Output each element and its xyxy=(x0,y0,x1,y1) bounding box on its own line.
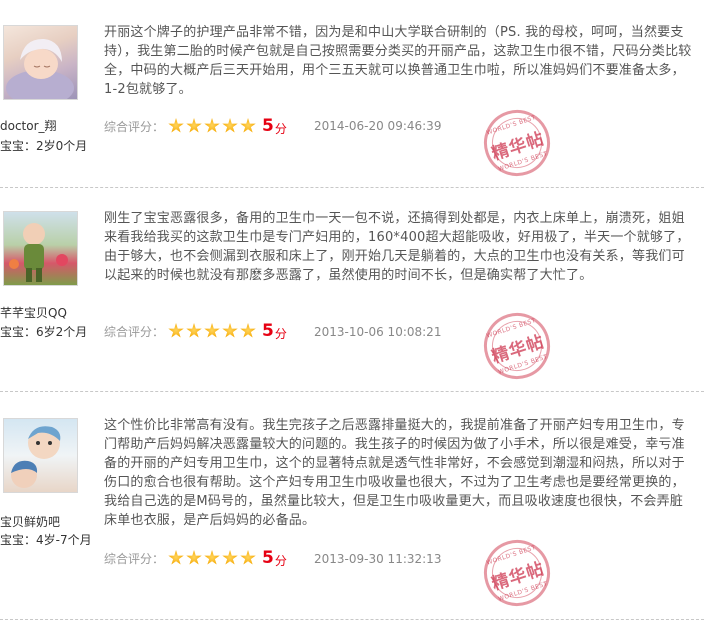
score-unit: 分 xyxy=(274,553,287,568)
star-rating xyxy=(168,550,258,566)
star-icon xyxy=(222,323,238,338)
featured-stamp-icon: WORLD'S BEST 精华帖 WORLD'S BEST xyxy=(475,531,559,615)
star-icon xyxy=(168,550,184,565)
star-icon xyxy=(186,550,202,565)
star-icon xyxy=(204,323,220,338)
score-unit: 分 xyxy=(274,326,287,341)
star-icon xyxy=(204,118,220,133)
rating-label: 综合评分： xyxy=(104,119,165,134)
star-icon xyxy=(168,323,184,338)
rating-row: 综合评分： 5 分 xyxy=(104,115,287,137)
star-rating xyxy=(168,118,258,134)
star-icon xyxy=(240,323,256,338)
star-icon xyxy=(222,550,238,565)
review-text: 刚生了宝宝恶露很多，备用的卫生巾一天一包不说，还搞得到处都是，内衣上床单上，崩溃… xyxy=(104,211,690,283)
star-icon xyxy=(240,550,256,565)
rating-label: 综合评分： xyxy=(104,324,165,339)
post-date: 2013-10-06 10:08:21 xyxy=(314,325,442,339)
star-icon xyxy=(168,118,184,133)
baby-age: 宝宝：2岁0个月 xyxy=(0,139,88,153)
baby-photo-icon xyxy=(6,38,74,99)
score-value: 5 xyxy=(262,548,274,568)
child-photo-icon xyxy=(9,223,68,282)
baby-photo-icon xyxy=(11,426,61,488)
score-unit: 分 xyxy=(274,121,287,136)
rating-row: 综合评分： 5 分 xyxy=(104,547,287,569)
star-rating xyxy=(168,323,258,339)
username[interactable]: 宝贝鲜奶吧 xyxy=(0,513,60,530)
featured-stamp-icon: WORLD'S BEST 精华帖 WORLD'S BEST xyxy=(475,304,559,388)
baby-age: 宝宝：6岁2个月 xyxy=(0,325,88,339)
star-icon xyxy=(204,550,220,565)
user-avatar[interactable] xyxy=(3,211,78,286)
username[interactable]: 芊芊宝贝QQ xyxy=(0,304,67,321)
post-date: 2013-09-30 11:32:13 xyxy=(314,552,442,566)
score-value: 5 xyxy=(262,321,274,341)
review-text: 这个性价比非常高有没有。我生完孩子之后恶露排量挺大的，我提前准备了开丽产妇专用卫… xyxy=(104,418,685,528)
star-icon xyxy=(222,118,238,133)
rating-row: 综合评分： 5 分 xyxy=(104,320,287,342)
user-avatar[interactable] xyxy=(3,25,78,100)
star-icon xyxy=(186,323,202,338)
rating-label: 综合评分： xyxy=(104,551,165,566)
baby-age: 宝宝：4岁-7个月 xyxy=(0,533,92,547)
post-date: 2014-06-20 09:46:39 xyxy=(314,119,442,133)
user-avatar[interactable] xyxy=(3,418,78,493)
divider xyxy=(0,619,704,620)
star-icon xyxy=(240,118,256,133)
featured-stamp-icon: WORLD'S BEST 精华帖 WORLD'S BEST xyxy=(475,101,559,185)
username[interactable]: doctor_翔 xyxy=(0,117,57,134)
divider xyxy=(0,187,704,188)
star-icon xyxy=(186,118,202,133)
review-text: 开丽这个牌子的护理产品非常不错，因为是和中山大学联合研制的（PS. 我的母校，呵… xyxy=(104,25,692,97)
divider xyxy=(0,391,704,392)
score-value: 5 xyxy=(262,116,274,136)
